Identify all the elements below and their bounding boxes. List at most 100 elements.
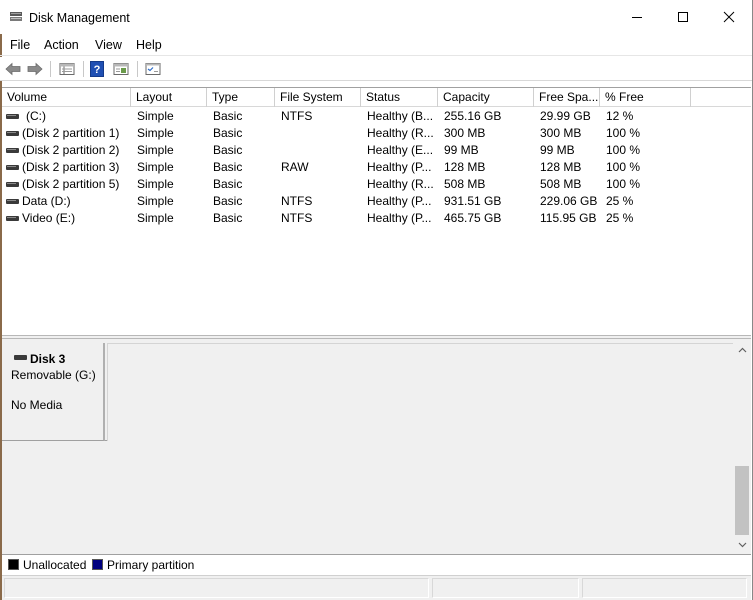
volume-icon [6, 148, 19, 153]
volume-list: Volume Layout Type File System Status Ca… [2, 87, 751, 335]
cell-volume: (Disk 2 partition 2) [22, 143, 120, 157]
table-row[interactable]: (Disk 2 partition 1) Simple Basic Health… [2, 125, 751, 142]
cell-status: Healthy (R... [367, 177, 434, 191]
cell-volume: (Disk 2 partition 5) [22, 177, 120, 191]
cell-capacity: 99 MB [444, 143, 479, 157]
cell-file-system: NTFS [281, 194, 313, 208]
cell-type: Basic [213, 177, 243, 191]
cell-free-space: 115.95 GB [540, 211, 597, 225]
console-button[interactable] [143, 60, 163, 78]
cell-status: Healthy (P... [367, 160, 432, 174]
cell-capacity: 931.51 GB [444, 194, 502, 208]
column-header-status[interactable]: Status [361, 88, 438, 107]
cell-capacity: 128 MB [444, 160, 486, 174]
disk-row: Disk 3 Removable (G:) No Media [2, 343, 734, 441]
properties-button[interactable] [111, 60, 131, 78]
column-header-capacity[interactable]: Capacity [438, 88, 534, 107]
back-button[interactable] [4, 60, 22, 78]
legend-swatch-primary [92, 559, 103, 570]
column-header-type[interactable]: Type [207, 88, 275, 107]
forward-icon [27, 62, 43, 76]
status-bar [2, 575, 751, 600]
cell-type: Basic [213, 194, 243, 208]
cell-volume: Video (E:) [22, 211, 76, 225]
status-pane [432, 578, 579, 598]
disk-partition-area[interactable] [107, 343, 734, 441]
cell-percent-free: 25 % [606, 194, 634, 208]
column-header-row: Volume Layout Type File System Status Ca… [2, 88, 751, 107]
cell-layout: Simple [137, 109, 174, 123]
column-header-file-system[interactable]: File System [275, 88, 361, 107]
scroll-up-button[interactable] [733, 341, 751, 358]
column-header-volume[interactable]: Volume [2, 88, 131, 107]
maximize-button[interactable] [660, 0, 706, 34]
menu-help[interactable]: Help [136, 38, 162, 52]
table-row[interactable]: (Disk 2 partition 2) Simple Basic Health… [2, 142, 751, 159]
toolbar-separator [83, 61, 84, 77]
close-icon [723, 11, 735, 23]
disk-map-panel: Disk 3 Removable (G:) No Media [2, 339, 751, 554]
scroll-down-button[interactable] [733, 536, 751, 553]
table-row[interactable]: Video (E:) Simple Basic NTFS Healthy (P.… [2, 210, 751, 227]
cell-free-space: 29.99 GB [540, 109, 591, 123]
volume-icon [6, 131, 19, 136]
back-icon [5, 62, 21, 76]
forward-button[interactable] [26, 60, 44, 78]
cell-layout: Simple [137, 194, 174, 208]
chevron-up-icon [738, 347, 746, 352]
table-row[interactable]: (Disk 2 partition 3) Simple Basic RAW He… [2, 159, 751, 176]
cell-percent-free: 25 % [606, 211, 634, 225]
toolbar-separator [50, 61, 51, 77]
cell-file-system: NTFS [281, 211, 313, 225]
cell-status: Healthy (P... [367, 211, 432, 225]
cell-type: Basic [213, 109, 243, 123]
cell-type: Basic [213, 160, 243, 174]
cell-layout: Simple [137, 211, 174, 225]
column-header-free-space[interactable]: Free Spa... [534, 88, 600, 107]
menu-view[interactable]: View [95, 38, 122, 52]
help-icon: ? [90, 61, 104, 77]
properties-icon [113, 63, 129, 75]
cell-free-space: 508 MB [540, 177, 582, 191]
cell-layout: Simple [137, 126, 174, 140]
disk-management-icon [10, 12, 22, 21]
cell-layout: Simple [137, 143, 174, 157]
volume-icon [6, 165, 19, 170]
cell-free-space: 229.06 GB [540, 194, 598, 208]
column-header-percent-free[interactable]: % Free [600, 88, 691, 107]
table-row[interactable]: Data (D:) Simple Basic NTFS Healthy (P..… [2, 193, 751, 210]
cell-percent-free: 100 % [606, 126, 641, 140]
menu-file[interactable]: File [10, 38, 30, 52]
volume-icon [6, 114, 19, 119]
scroll-thumb[interactable] [735, 466, 749, 535]
table-row[interactable]: (Disk 2 partition 5) Simple Basic Health… [2, 176, 751, 193]
menu-action[interactable]: Action [44, 38, 79, 52]
close-button[interactable] [706, 0, 752, 34]
legend: Unallocated Primary partition [2, 554, 751, 574]
volume-icon [6, 216, 19, 221]
cell-layout: Simple [137, 160, 174, 174]
column-header-layout[interactable]: Layout [131, 88, 207, 107]
table-row[interactable]: (C:) Simple Basic NTFS Healthy (B... 255… [2, 108, 751, 125]
cell-type: Basic [213, 126, 243, 140]
disk-label[interactable]: Disk 3 Removable (G:) No Media [2, 343, 105, 441]
vertical-scrollbar[interactable] [733, 339, 751, 554]
disk-list-icon [59, 63, 75, 75]
cell-file-system: RAW [281, 160, 309, 174]
cell-capacity: 300 MB [444, 126, 486, 140]
maximize-icon [678, 12, 688, 22]
cell-type: Basic [213, 211, 243, 225]
cell-percent-free: 100 % [606, 143, 641, 157]
cell-status: Healthy (E... [367, 143, 434, 157]
cell-capacity: 508 MB [444, 177, 486, 191]
status-pane [582, 578, 747, 598]
disk-list-button[interactable] [57, 60, 77, 78]
volume-rows: (C:) Simple Basic NTFS Healthy (B... 255… [2, 108, 751, 227]
cell-status: Healthy (P... [367, 194, 432, 208]
cell-free-space: 128 MB [540, 160, 582, 174]
help-button[interactable]: ? [89, 60, 105, 78]
cell-file-system [281, 176, 359, 193]
status-pane [4, 578, 429, 598]
minimize-button[interactable] [614, 0, 660, 34]
legend-swatch-unallocated [8, 559, 19, 570]
